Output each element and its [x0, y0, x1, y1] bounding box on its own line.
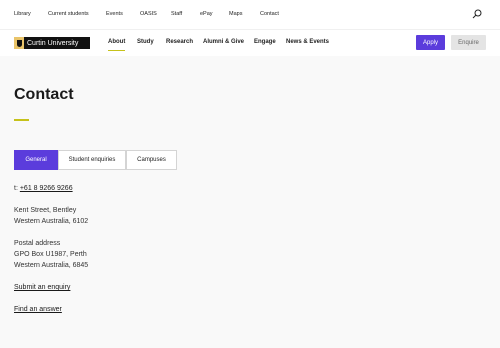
- topnav-staff[interactable]: Staff: [171, 11, 182, 17]
- nav-active-indicator: [108, 50, 125, 51]
- topnav-events[interactable]: Events: [106, 11, 123, 17]
- nav-about[interactable]: About: [108, 39, 125, 45]
- street-address-line1: Kent Street, Bentley: [14, 207, 77, 214]
- enquire-button[interactable]: Enquire: [451, 35, 486, 50]
- find-answer-link[interactable]: Find an answer: [14, 306, 62, 313]
- phone-link[interactable]: +61 8 9266 9266: [20, 185, 73, 192]
- postal-address-line2: Western Australia, 6845: [14, 262, 89, 269]
- nav-engage[interactable]: Engage: [254, 39, 276, 45]
- nav-study[interactable]: Study: [137, 39, 154, 45]
- topnav-contact[interactable]: Contact: [260, 11, 279, 17]
- topnav-current-students[interactable]: Current students: [48, 11, 89, 17]
- search-icon[interactable]: [472, 9, 482, 19]
- tab-student-enquiries[interactable]: Student enquiries: [58, 150, 126, 170]
- title-accent-bar: [14, 119, 29, 121]
- curtin-logo[interactable]: Curtin University: [14, 37, 90, 49]
- tab-general[interactable]: General: [14, 150, 58, 170]
- tab-campuses[interactable]: Campuses: [126, 150, 177, 170]
- topnav-maps[interactable]: Maps: [229, 11, 242, 17]
- phone-line: t: +61 8 9266 9266: [14, 185, 73, 192]
- topnav-library[interactable]: Library: [14, 11, 31, 17]
- postal-address-label: Postal address: [14, 240, 61, 247]
- apply-button[interactable]: Apply: [416, 35, 445, 50]
- nav-research[interactable]: Research: [166, 39, 193, 45]
- postal-address-line1: GPO Box U1987, Perth: [14, 251, 87, 258]
- submit-enquiry-link[interactable]: Submit an enquiry: [14, 284, 70, 291]
- page-title: Contact: [14, 86, 74, 103]
- crest-icon: [14, 37, 24, 49]
- logo-text: Curtin University: [27, 39, 79, 47]
- topnav-epay[interactable]: ePay: [200, 11, 213, 17]
- phone-prefix: t:: [14, 185, 18, 192]
- street-address-line2: Western Australia, 6102: [14, 218, 89, 225]
- nav-alumni-give[interactable]: Alumni & Give: [203, 39, 244, 45]
- topnav-oasis[interactable]: OASIS: [140, 11, 157, 17]
- nav-news-events[interactable]: News & Events: [286, 39, 329, 45]
